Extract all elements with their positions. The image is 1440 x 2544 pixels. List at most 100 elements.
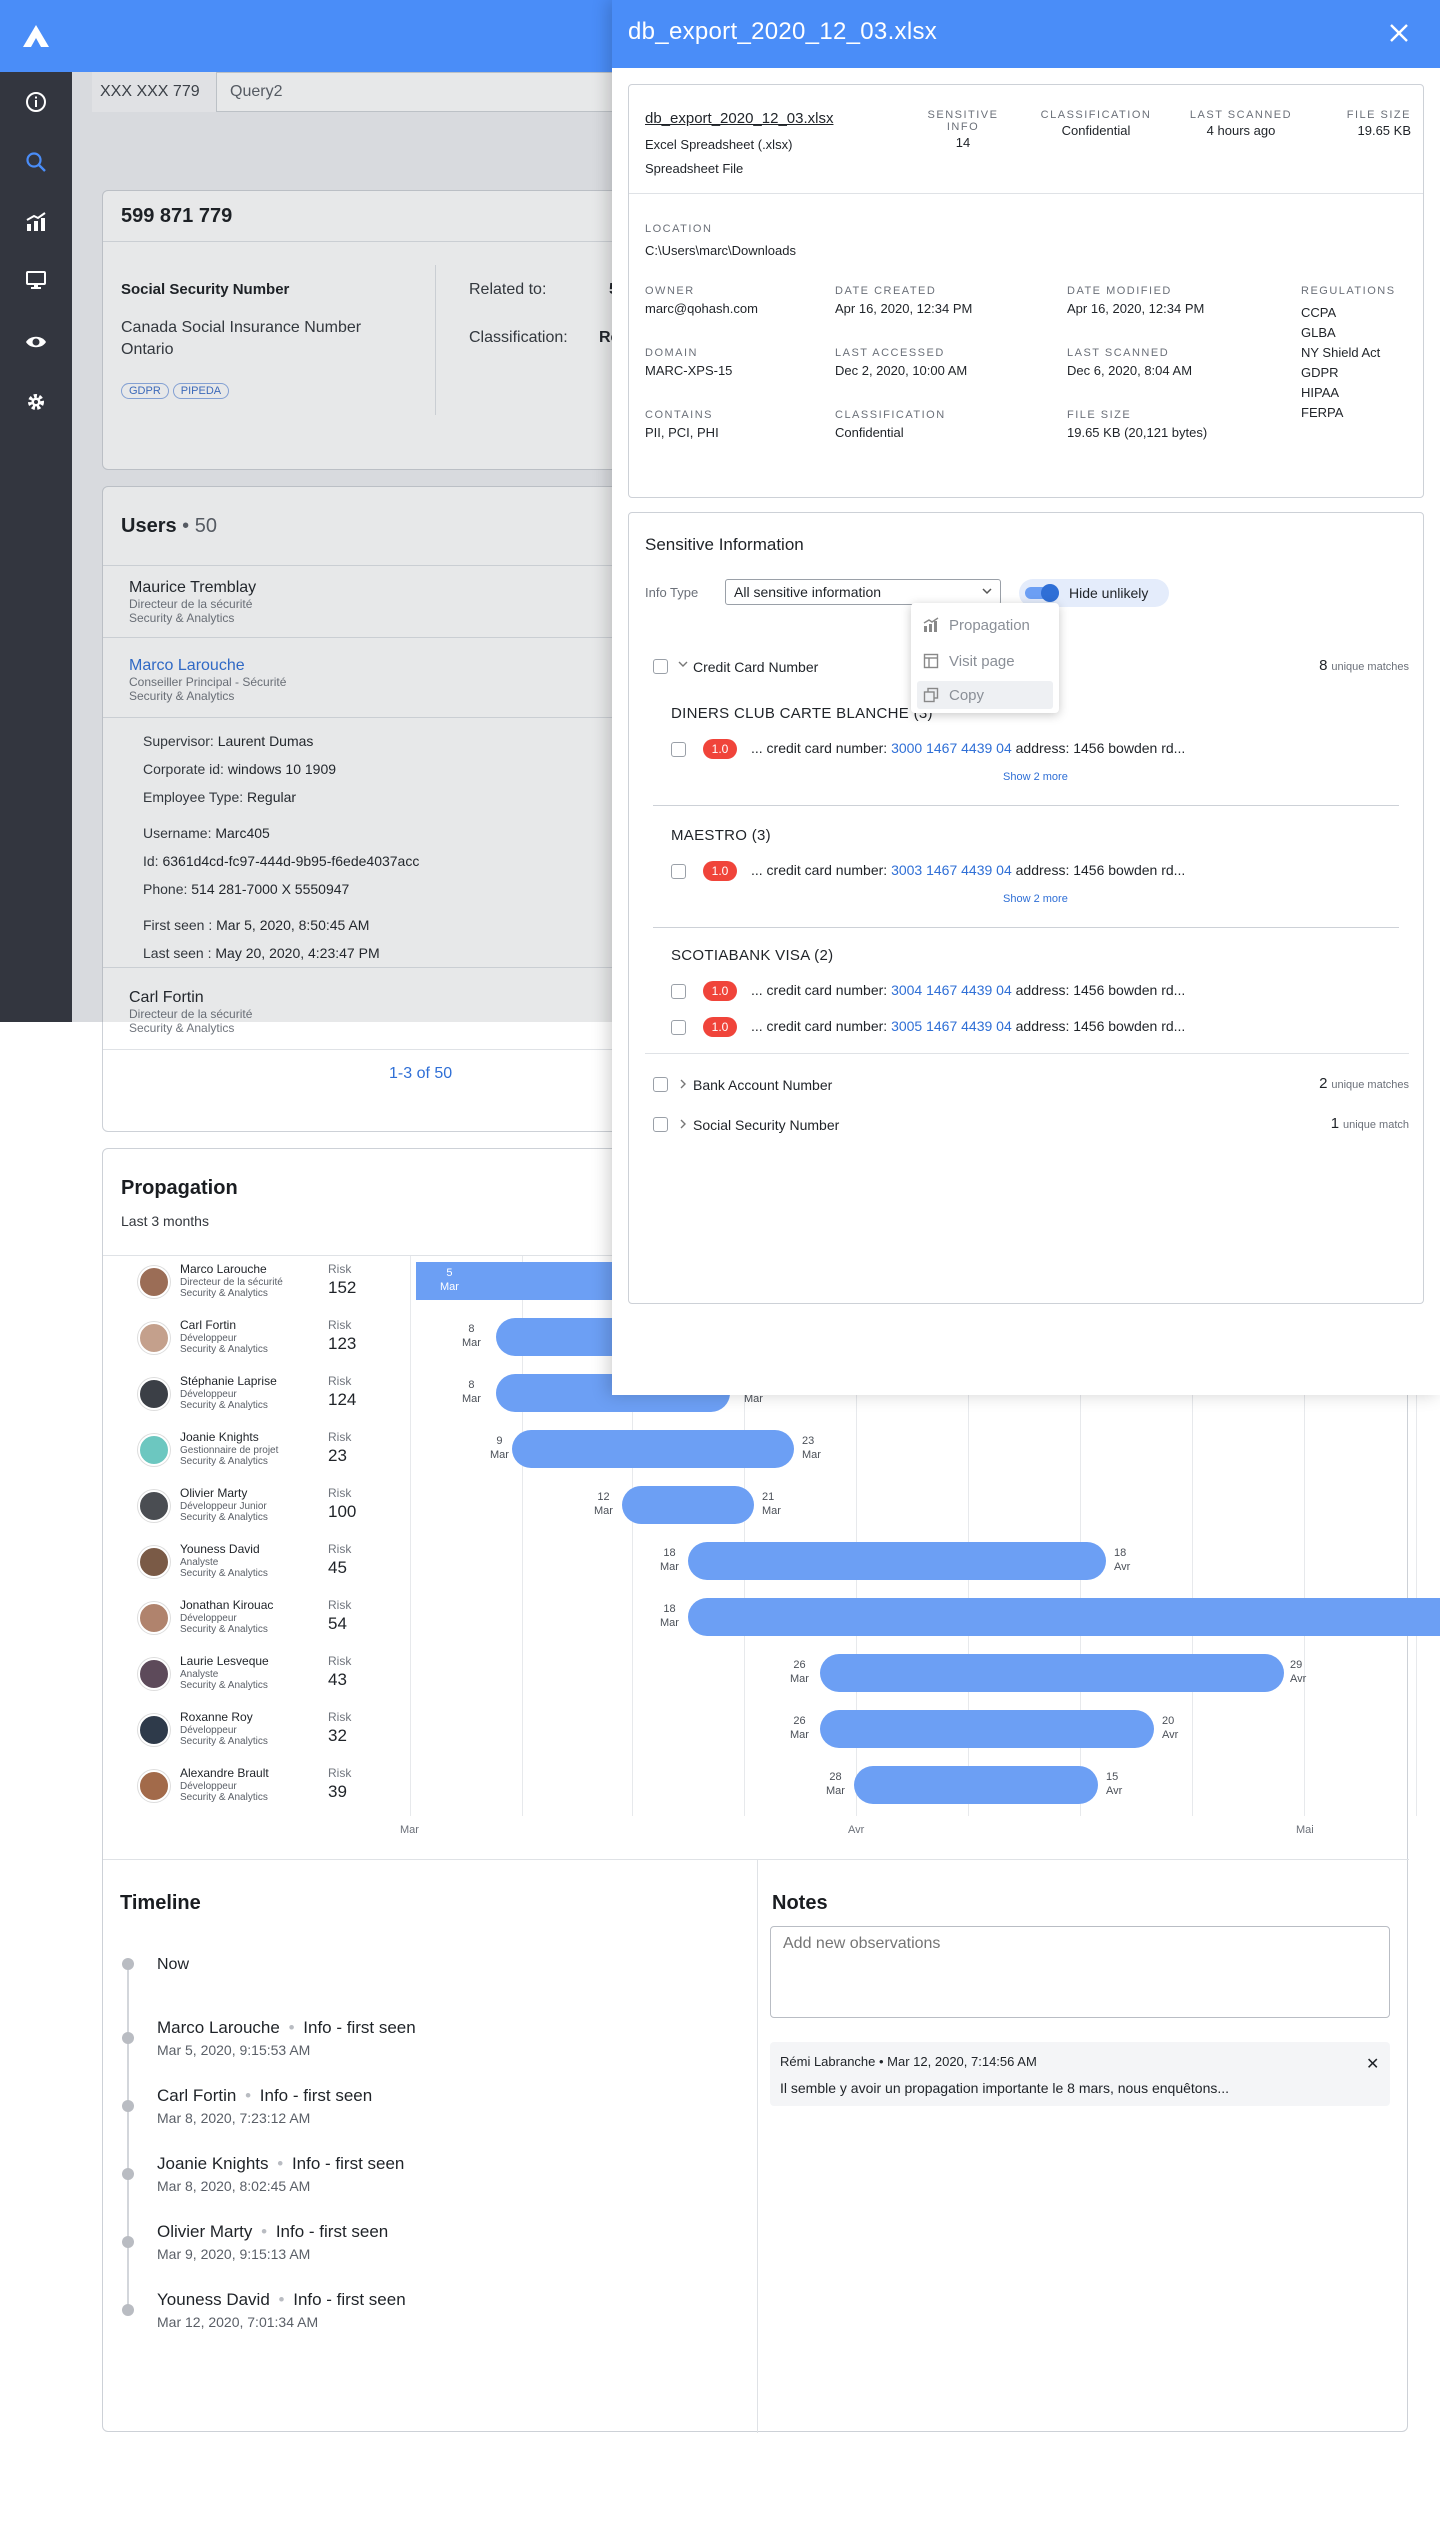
gear-icon[interactable]	[22, 388, 50, 416]
timeline-line	[127, 1970, 129, 2312]
risk-label: Risk	[328, 1486, 352, 1500]
bar-start-date: 28 Mar	[826, 1771, 845, 1797]
stat-value: 14	[955, 135, 971, 150]
menu-label: Visit page	[949, 653, 1015, 670]
propagation-bar[interactable]	[820, 1654, 1284, 1692]
group-checkbox[interactable]	[653, 659, 668, 674]
show-more-link[interactable]: Show 2 more	[1003, 771, 1068, 783]
close-icon[interactable]	[1384, 18, 1414, 48]
stat-label: Classification	[1040, 109, 1152, 121]
axis-tick-label: Mar	[400, 1824, 419, 1836]
bar-end-date: 23 Mar	[802, 1435, 821, 1461]
event-user[interactable]: Joanie Knights	[157, 2154, 269, 2173]
user-role: Développeur	[180, 1725, 237, 1736]
risk-value: 43	[328, 1670, 347, 1689]
notes-input[interactable]	[770, 1926, 1390, 2018]
hit-snippet[interactable]: ... credit card number: 3004 1467 4439 0…	[751, 982, 1185, 998]
chevron-down-icon	[980, 584, 994, 601]
propagation-user-row[interactable]: Olivier Marty Développeur Junior Security …	[138, 1486, 378, 1538]
pagination[interactable]: 1-3 of 50	[389, 1065, 452, 1083]
propagation-bar[interactable]	[820, 1710, 1154, 1748]
hit-snippet[interactable]: ... credit card number: 3003 1467 4439 0…	[751, 862, 1185, 878]
propagation-bar[interactable]	[854, 1766, 1098, 1804]
stat-label: File Size	[1346, 109, 1411, 121]
propagation-title: Propagation	[121, 1177, 238, 1199]
event-user[interactable]: Youness David	[157, 2290, 270, 2309]
card-type-title: MAESTRO (3)	[671, 827, 771, 844]
hit-checkbox[interactable]	[671, 984, 686, 999]
group-count: 2 unique matches	[1309, 1075, 1409, 1092]
user-role: Développeur	[180, 1333, 237, 1344]
propagation-bar[interactable]	[512, 1430, 794, 1468]
close-icon[interactable]: ✕	[1366, 2054, 1379, 2074]
card-number-link[interactable]: 3004 1467 4439 04	[891, 982, 1012, 998]
eye-icon[interactable]	[22, 328, 50, 356]
risk-label: Risk	[328, 1374, 352, 1388]
info-icon[interactable]	[22, 88, 50, 116]
note-entry: Rémi Labranche • Mar 12, 2020, 7:14:56 A…	[770, 2042, 1390, 2106]
risk-value: 54	[328, 1614, 347, 1633]
propagation-bar[interactable]	[688, 1598, 1440, 1636]
propagation-user-row[interactable]: Roxanne Roy Développeur Security & Analyti…	[138, 1710, 378, 1762]
info-type-select[interactable]: All sensitive information	[725, 579, 1001, 605]
hit-snippet[interactable]: ... credit card number: 3005 1467 4439 0…	[751, 1018, 1185, 1034]
menu-item-visit-page[interactable]: Visit page	[917, 647, 1053, 675]
propagation-user-row[interactable]: Jonathan Kirouac Développeur Security & An…	[138, 1598, 378, 1650]
hit-checkbox[interactable]	[671, 742, 686, 757]
event-user[interactable]: Olivier Marty	[157, 2222, 252, 2241]
stat-value: 4 hours ago	[1206, 123, 1276, 138]
info-type-label: Info Type	[645, 585, 699, 600]
propagation-user-row[interactable]: Marco Larouche Directeur de la sécurité Se…	[138, 1262, 378, 1314]
event-date: Mar 8, 2020, 7:23:12 AM	[157, 2110, 311, 2126]
note-date: • Mar 12, 2020, 7:14:56 AM	[879, 2054, 1037, 2069]
card-number-link[interactable]: 3000 1467 4439 04	[891, 740, 1012, 756]
avatar	[138, 1770, 170, 1802]
group-label[interactable]: Bank Account Number	[693, 1077, 832, 1093]
search-icon[interactable]	[22, 148, 50, 176]
card-number-link[interactable]: 3003 1467 4439 04	[891, 862, 1012, 878]
file-name[interactable]: db_export_2020_12_03.xlsx	[645, 109, 833, 129]
show-more-link[interactable]: Show 2 more	[1003, 893, 1068, 905]
score-badge: 1.0	[703, 1017, 737, 1037]
event-date: Mar 5, 2020, 9:15:53 AM	[157, 2042, 311, 2058]
logo-icon[interactable]	[0, 0, 72, 72]
count-value: 1	[1330, 1115, 1340, 1132]
chevron-right-icon[interactable]	[677, 1077, 689, 1093]
meta-value: Dec 6, 2020, 8:04 AM	[1067, 363, 1193, 378]
propagation-bar[interactable]	[688, 1542, 1106, 1580]
propagation-user-row[interactable]: Carl Fortin Développeur Security & Analyti…	[138, 1318, 378, 1370]
chevron-down-icon[interactable]	[677, 657, 689, 673]
chevron-right-icon[interactable]	[677, 1117, 689, 1133]
meta-label: Contains	[645, 409, 714, 421]
menu-item-copy[interactable]: Copy	[917, 681, 1053, 709]
card-number-link[interactable]: 3005 1467 4439 04	[891, 1018, 1012, 1034]
page-icon	[923, 653, 939, 672]
group-label[interactable]: Credit Card Number	[693, 659, 818, 675]
hit-checkbox[interactable]	[671, 864, 686, 879]
group-checkbox[interactable]	[653, 1077, 668, 1092]
propagation-user-row[interactable]: Youness David Analyste Security & Analytic…	[138, 1542, 378, 1594]
group-checkbox[interactable]	[653, 1117, 668, 1132]
bar-start-date: 8 Mar	[462, 1323, 481, 1349]
user-name: Stéphanie Laprise	[180, 1374, 277, 1388]
timeline-event: Joanie Knights • Info - first seen	[157, 2154, 405, 2173]
propagation-bar[interactable]	[622, 1486, 754, 1524]
group-label[interactable]: Social Security Number	[693, 1117, 839, 1133]
hit-snippet[interactable]: ... credit card number: 3000 1467 4439 0…	[751, 740, 1185, 756]
meta-label: File Size	[1067, 409, 1132, 421]
drawer-title: db_export_2020_12_03.xlsx	[628, 18, 938, 45]
meta-label: Last Scanned	[1067, 347, 1170, 359]
propagation-user-row[interactable]: Alexandre Brault Développeur Security & An…	[138, 1766, 378, 1818]
propagation-user-row[interactable]: Stéphanie Laprise Développeur Security & A…	[138, 1374, 378, 1426]
drawer-header: db_export_2020_12_03.xlsx	[612, 0, 1440, 68]
propagation-user-row[interactable]: Joanie Knights Gestionnaire de projet Secu…	[138, 1430, 378, 1482]
chart-icon[interactable]	[22, 208, 50, 236]
event-user[interactable]: Carl Fortin	[157, 2086, 236, 2105]
menu-item-propagation[interactable]: Propagation	[917, 611, 1053, 639]
propagation-user-row[interactable]: Laurie Lesveque Analyste Security & Analyt…	[138, 1654, 378, 1706]
count-unit: unique matches	[1331, 1079, 1409, 1091]
event-user[interactable]: Marco Larouche	[157, 2018, 280, 2037]
note-text: Il semble y avoir un propagation importa…	[780, 2080, 1230, 2096]
hit-checkbox[interactable]	[671, 1020, 686, 1035]
monitor-icon[interactable]	[22, 266, 50, 294]
